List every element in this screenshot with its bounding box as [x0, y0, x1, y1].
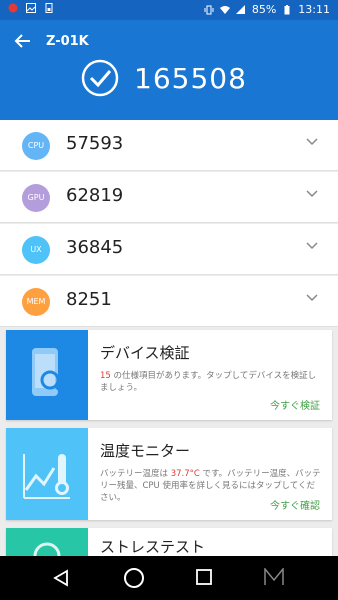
clock: 13:11: [298, 3, 330, 16]
vibrate-icon: [204, 5, 214, 14]
mem-score: 8251: [66, 289, 112, 310]
desc-text: の仕様項目があります。タップしてデバイスを検証しましょう。: [100, 371, 317, 393]
ux-score: 36845: [66, 237, 124, 258]
navigation-bar: [0, 556, 338, 600]
cpu-badge: CPU: [22, 132, 50, 160]
desc-text-a: バッテリー温度は: [100, 469, 171, 479]
nav-home-icon[interactable]: [123, 567, 145, 589]
ux-badge: UX: [22, 236, 50, 264]
battery-icon: [284, 4, 290, 14]
card-title: デバイス検証: [100, 344, 190, 362]
status-right: 85% 13:11: [204, 3, 330, 16]
wifi-icon: [219, 5, 230, 14]
score-row-ux[interactable]: UX 36845: [0, 224, 338, 275]
device-name: Z-01K: [46, 34, 89, 49]
gpu-score: 62819: [66, 185, 124, 206]
signal-icon: [235, 4, 245, 14]
verify-now-button[interactable]: 今すぐ検証: [270, 397, 320, 412]
cpu-score: 57593: [66, 133, 124, 154]
image-icon: [26, 3, 36, 13]
back-arrow-icon[interactable]: [14, 32, 32, 50]
score-header: Z-01K 165508: [0, 20, 338, 120]
chevron-down-icon[interactable]: [306, 138, 318, 146]
gpu-badge: GPU: [22, 184, 50, 212]
card-description: 15 の仕様項目があります。タップしてデバイスを検証しましょう。: [100, 370, 322, 394]
device-verify-card[interactable]: デバイス検証 15 の仕様項目があります。タップしてデバイスを検証しましょう。 …: [6, 330, 332, 420]
notification-icon: [8, 3, 18, 13]
score-row-mem[interactable]: MEM 8251: [0, 276, 338, 327]
status-bar: 85% 13:11: [0, 0, 338, 20]
battery-temperature: 37.7°C: [170, 469, 200, 479]
stress-test-thumb: [6, 528, 88, 556]
score-row-cpu[interactable]: CPU 57593: [0, 120, 338, 171]
chevron-down-icon[interactable]: [306, 242, 318, 250]
score-row-gpu[interactable]: GPU 62819: [0, 172, 338, 223]
chevron-down-icon[interactable]: [306, 190, 318, 198]
nav-recents-icon[interactable]: [196, 569, 212, 585]
status-left: [8, 3, 54, 13]
battery-percent: 85%: [251, 3, 277, 16]
temperature-card[interactable]: 温度モニター バッテリー温度は 37.7°C です。バッテリー温度、バッテリー残…: [6, 428, 332, 520]
spec-count: 15: [100, 371, 111, 381]
total-score: 165508: [134, 62, 247, 95]
check-circle-icon: [81, 59, 119, 97]
chevron-down-icon[interactable]: [306, 294, 318, 302]
sim-icon: [45, 3, 53, 13]
check-now-button[interactable]: 今すぐ確認: [270, 497, 320, 512]
mem-badge: MEM: [22, 288, 50, 316]
phone-search-icon: [32, 348, 65, 396]
stress-test-card[interactable]: ストレステスト: [6, 528, 332, 556]
nav-back-icon[interactable]: [52, 569, 70, 587]
device-verify-thumb: [6, 330, 88, 420]
card-title: ストレステスト: [100, 538, 206, 556]
thermometer-chart-icon: [23, 454, 70, 499]
nav-menu-icon[interactable]: [263, 568, 285, 586]
stress-test-icon: [33, 542, 61, 556]
card-title: 温度モニター: [100, 442, 191, 460]
temperature-thumb: [6, 428, 88, 520]
